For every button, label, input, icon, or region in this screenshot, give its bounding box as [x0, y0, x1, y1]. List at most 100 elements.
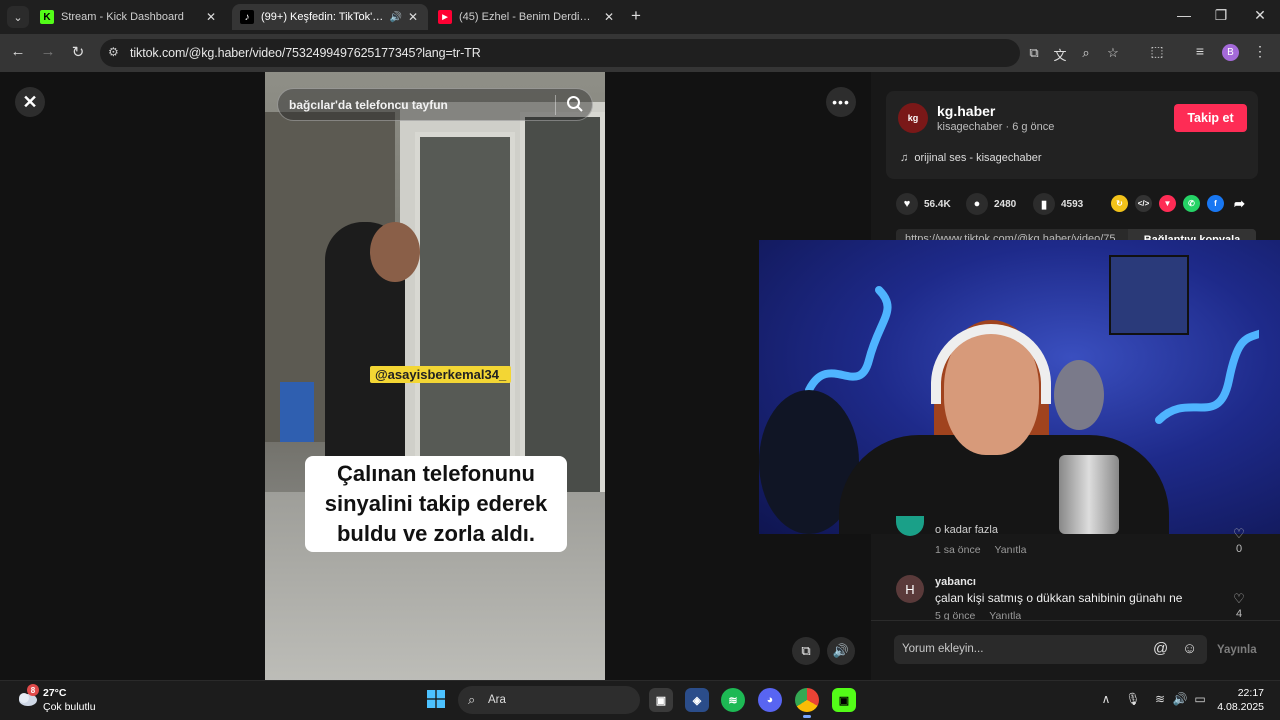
discord-icon[interactable]: ◕	[758, 688, 782, 712]
weather-temp[interactable]: 27°C	[43, 687, 66, 699]
tab-kick-dashboard[interactable]: K Stream - Kick Dashboard ✕	[32, 4, 226, 30]
comment-avatar[interactable]: H	[896, 575, 924, 603]
reload-button[interactable]: ↻	[68, 43, 88, 61]
microphone-icon[interactable]: 🎙	[1124, 692, 1142, 706]
wifi-icon[interactable]: ≋	[1151, 692, 1169, 706]
comment-like-count: 4	[1235, 608, 1243, 620]
more-options-button[interactable]: •••	[826, 87, 856, 117]
extensions-icon[interactable]: ⬚	[1147, 43, 1167, 60]
site-info-icon[interactable]: ⚙	[108, 45, 119, 59]
comment-input[interactable]: Yorum ekleyin... @ ☺	[894, 635, 1207, 664]
media-control-icon[interactable]: ≡	[1190, 43, 1210, 59]
address-bar[interactable]: ⚙ tiktok.com/@kg.haber/video/75324994976…	[100, 39, 1119, 67]
repost-icon[interactable]: ↻	[1111, 195, 1128, 212]
caption-line: Çalınan telefonunu	[337, 461, 535, 486]
comment-icon[interactable]: ●	[966, 193, 988, 215]
kick-icon: K	[40, 10, 54, 24]
close-tab-icon[interactable]: ✕	[204, 10, 218, 24]
author-avatar[interactable]: kg	[898, 103, 928, 133]
video-tag: @asayisberkemal34_	[370, 366, 512, 383]
volume-icon[interactable]: 🔊	[827, 637, 855, 665]
browser-toolbar: ← → ↻ ⚙ tiktok.com/@kg.haber/video/75324…	[0, 34, 1280, 72]
app-icon[interactable]: ◈	[685, 688, 709, 712]
install-app-icon[interactable]: ⧉	[1025, 45, 1043, 61]
comment-heart-icon[interactable]: ♡	[1231, 591, 1247, 607]
comment-count: 2480	[994, 198, 1017, 210]
bookmark-icon[interactable]: ▮	[1033, 193, 1055, 215]
new-tab-button[interactable]: +	[631, 6, 641, 26]
taskbar-search-label: Ara	[488, 694, 506, 706]
kick-app-icon[interactable]: ▣	[832, 688, 856, 712]
close-tab-icon[interactable]: ✕	[602, 10, 616, 24]
like-stat[interactable]: ♥ 56.4K	[896, 193, 951, 215]
windows-start-icon[interactable]	[427, 690, 445, 708]
video-frame	[370, 222, 420, 282]
caption-line: sinyalini takip ederek	[324, 491, 548, 516]
bookmark-star-icon[interactable]: ☆	[1104, 45, 1122, 61]
comment-placeholder: Yorum ekleyin...	[902, 643, 984, 655]
close-tab-icon[interactable]: ✕	[406, 10, 420, 24]
webcam-overlay	[759, 240, 1280, 534]
zoom-icon[interactable]: ⌕	[1077, 45, 1095, 61]
menu-icon[interactable]: ⋮	[1250, 43, 1270, 60]
clock-date[interactable]: 4.08.2025	[1214, 701, 1264, 713]
mention-icon[interactable]: @	[1153, 640, 1168, 657]
speaker-icon[interactable]: 🔊	[390, 12, 402, 23]
tab-tiktok[interactable]: ♪ (99+) Keşfedin: TikTok'ta favori 🔊 ✕	[232, 4, 428, 30]
music-note-icon: ♫	[900, 152, 909, 164]
comment-heart-icon[interactable]: ♡	[1231, 526, 1247, 542]
translate-icon[interactable]: 文	[1051, 45, 1069, 64]
embed-icon[interactable]: </>	[1135, 195, 1152, 212]
tray-chevron-icon[interactable]: ∧	[1097, 692, 1115, 706]
send-icon[interactable]: ▼	[1159, 195, 1176, 212]
share-arrow-icon[interactable]: ➦	[1231, 195, 1248, 212]
caption-line: buldu ve zorla aldı.	[336, 521, 536, 546]
spotify-icon[interactable]: ≋	[721, 688, 745, 712]
restore-button[interactable]: ❐	[1211, 7, 1231, 24]
tab-youtube[interactable]: ▶ (45) Ezhel - Benim Derdim (Live) ✕	[430, 4, 624, 30]
profile-avatar[interactable]: B	[1222, 44, 1239, 61]
emoji-icon[interactable]: ☺	[1182, 640, 1197, 657]
back-button[interactable]: ←	[8, 43, 28, 60]
video-player[interactable]: bağcılar'da telefoncu tayfun @asayisberk…	[265, 72, 605, 680]
music-label[interactable]: ♫ orijinal ses - kisagechaber	[900, 152, 1042, 164]
comment-time: 1 sa önce	[935, 544, 981, 556]
comment-username[interactable]: yabancı	[935, 576, 976, 588]
tab-title: (45) Ezhel - Benim Derdim (Live)	[459, 11, 598, 23]
chrome-icon[interactable]	[795, 688, 819, 718]
search-divider	[555, 95, 556, 115]
close-window-button[interactable]: ✕	[1250, 7, 1270, 24]
weather-desc[interactable]: Çok bulutlu	[43, 701, 96, 713]
forward-button[interactable]: →	[38, 43, 58, 60]
video-caption: Çalınan telefonunu sinyalini takip edere…	[305, 456, 567, 552]
post-comment-button[interactable]: Yayınla	[1217, 644, 1257, 656]
task-view-icon[interactable]: ▣	[649, 688, 673, 712]
taskbar-search[interactable]: ⌕ Ara	[458, 686, 640, 714]
follow-button[interactable]: Takip et	[1174, 104, 1247, 132]
search-icon[interactable]	[566, 95, 584, 118]
close-video-button[interactable]: ✕	[15, 87, 45, 117]
comment-text: çalan kişi satmış o dükkan sahibinin gün…	[935, 591, 1183, 605]
whatsapp-icon[interactable]: ✆	[1183, 195, 1200, 212]
weather-badge: 8	[27, 684, 39, 696]
video-search-bar[interactable]: bağcılar'da telefoncu tayfun	[277, 88, 593, 121]
tab-title: Stream - Kick Dashboard	[61, 11, 184, 23]
facebook-icon[interactable]: f	[1207, 195, 1224, 212]
volume-tray-icon[interactable]: 🔊	[1171, 692, 1189, 706]
tab-search-button[interactable]: ⌄	[7, 6, 29, 28]
author-subtitle: kisagechaber · 6 g önce	[937, 121, 1055, 133]
battery-icon[interactable]: ▭	[1191, 692, 1209, 706]
save-stat[interactable]: ▮ 4593	[1033, 193, 1083, 215]
like-count: 56.4K	[924, 198, 951, 210]
heart-icon[interactable]: ♥	[896, 193, 918, 215]
minimize-button[interactable]: —	[1174, 7, 1194, 23]
reply-link[interactable]: Yanıtla	[989, 610, 1021, 620]
author-name[interactable]: kg.haber	[937, 103, 995, 119]
comment-text: o kadar fazla	[935, 524, 998, 534]
clock-time[interactable]: 22:17	[1222, 687, 1264, 699]
comment-stat[interactable]: ● 2480	[966, 193, 1016, 215]
pip-icon[interactable]: ⧉	[792, 637, 820, 665]
comment-like-count: 0	[1235, 543, 1243, 555]
tab-title: (99+) Keşfedin: TikTok'ta favori	[261, 11, 386, 23]
reply-link[interactable]: Yanıtla	[995, 544, 1027, 556]
